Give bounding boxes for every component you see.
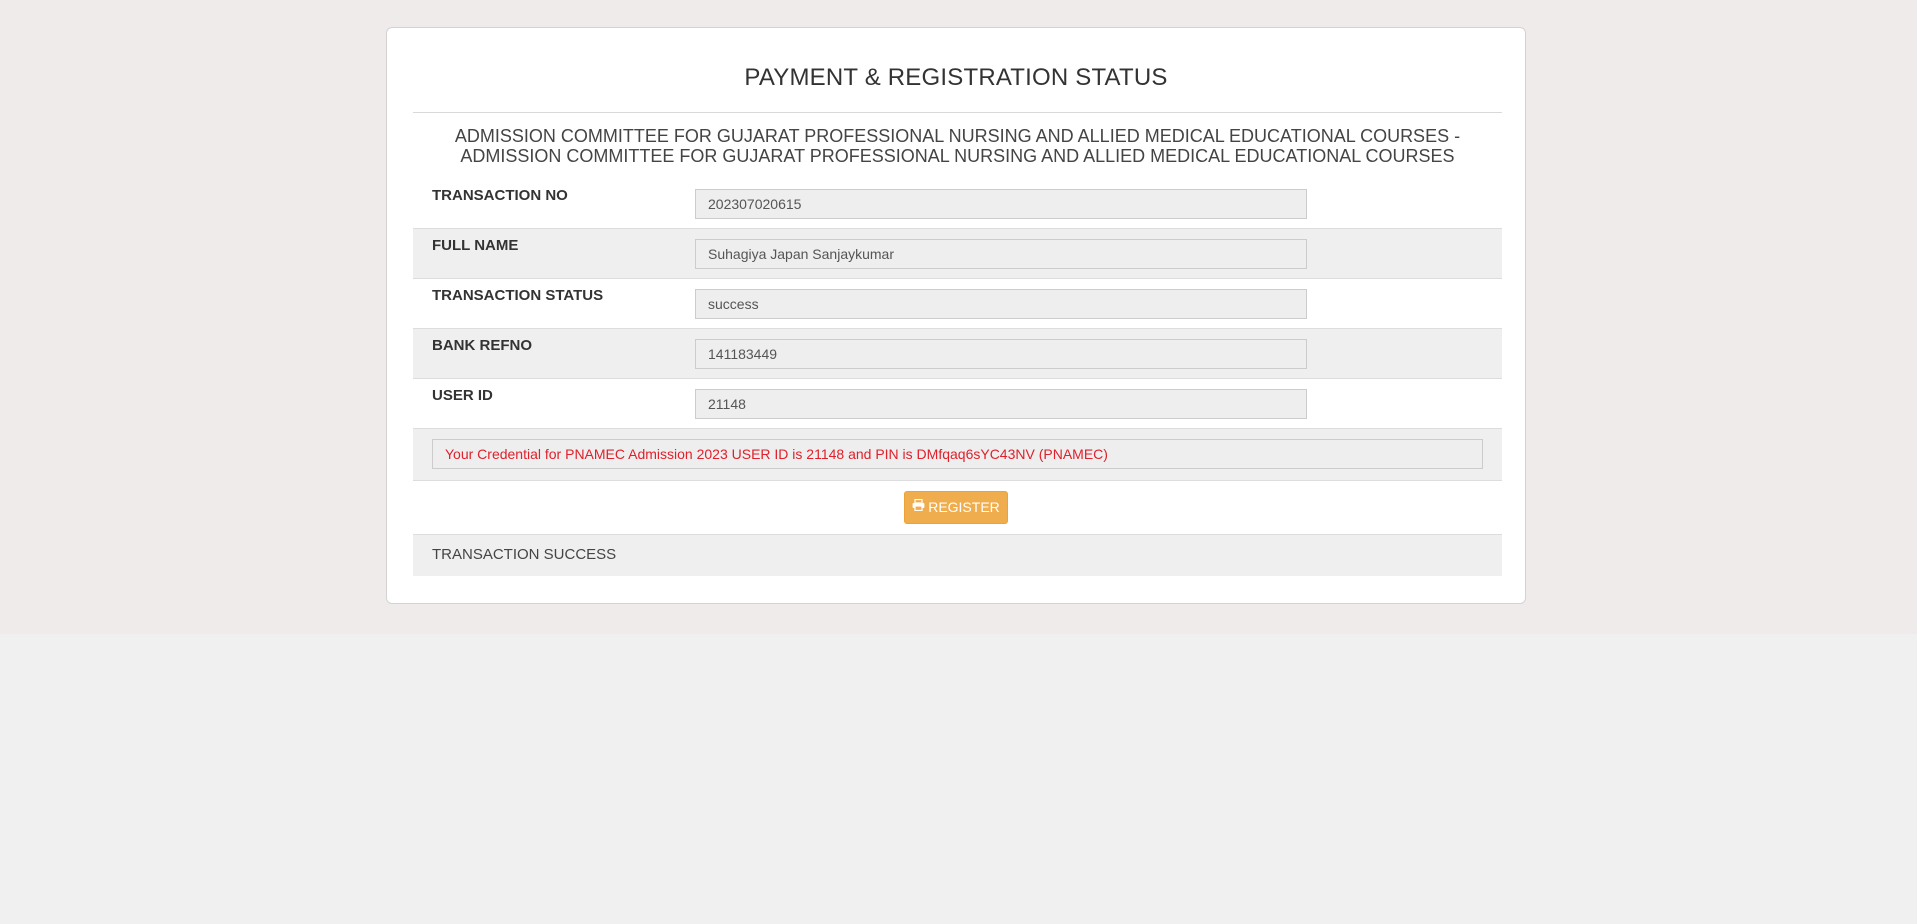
credential-row: Your Credential for PNAMEC Admission 202…: [413, 429, 1502, 481]
credential-message[interactable]: Your Credential for PNAMEC Admission 202…: [432, 439, 1483, 469]
full-name-label: FULL NAME: [432, 237, 519, 254]
transaction-status-message: TRANSACTION SUCCESS: [432, 546, 617, 563]
full-name-row: FULL NAME Suhagiya Japan Sanjaykumar: [413, 229, 1502, 279]
transaction-status-label: TRANSACTION STATUS: [432, 287, 604, 304]
full-name-field[interactable]: Suhagiya Japan Sanjaykumar: [695, 239, 1307, 269]
bank-refno-label: BANK REFNO: [432, 337, 532, 354]
bank-refno-row: BANK REFNO 141183449: [413, 329, 1502, 379]
transaction-status-row: TRANSACTION STATUS success: [413, 279, 1502, 329]
details-table: TRANSACTION NO 202307020615 FULL NAME Su…: [413, 179, 1502, 576]
status-row: TRANSACTION SUCCESS: [413, 535, 1502, 576]
transaction-no-field[interactable]: 202307020615: [695, 189, 1307, 219]
title-divider: [413, 112, 1502, 113]
transaction-status-field[interactable]: success: [695, 289, 1307, 319]
organization-name: ADMISSION COMMITTEE FOR GUJARAT PROFESSI…: [454, 126, 1461, 166]
button-row: REGISTER: [413, 481, 1502, 535]
register-button-label: REGISTER: [928, 499, 1000, 515]
user-id-label: USER ID: [432, 387, 493, 404]
status-panel: PAYMENT & REGISTRATION STATUS ADMISSION …: [386, 27, 1526, 604]
page-title: PAYMENT & REGISTRATION STATUS: [744, 64, 1168, 91]
user-id-row: USER ID 21148: [413, 379, 1502, 429]
register-button[interactable]: REGISTER: [904, 491, 1008, 524]
print-icon: [912, 491, 925, 522]
transaction-no-row: TRANSACTION NO 202307020615: [413, 179, 1502, 229]
transaction-no-label: TRANSACTION NO: [432, 187, 568, 204]
user-id-field[interactable]: 21148: [695, 389, 1307, 419]
bank-refno-field[interactable]: 141183449: [695, 339, 1307, 369]
